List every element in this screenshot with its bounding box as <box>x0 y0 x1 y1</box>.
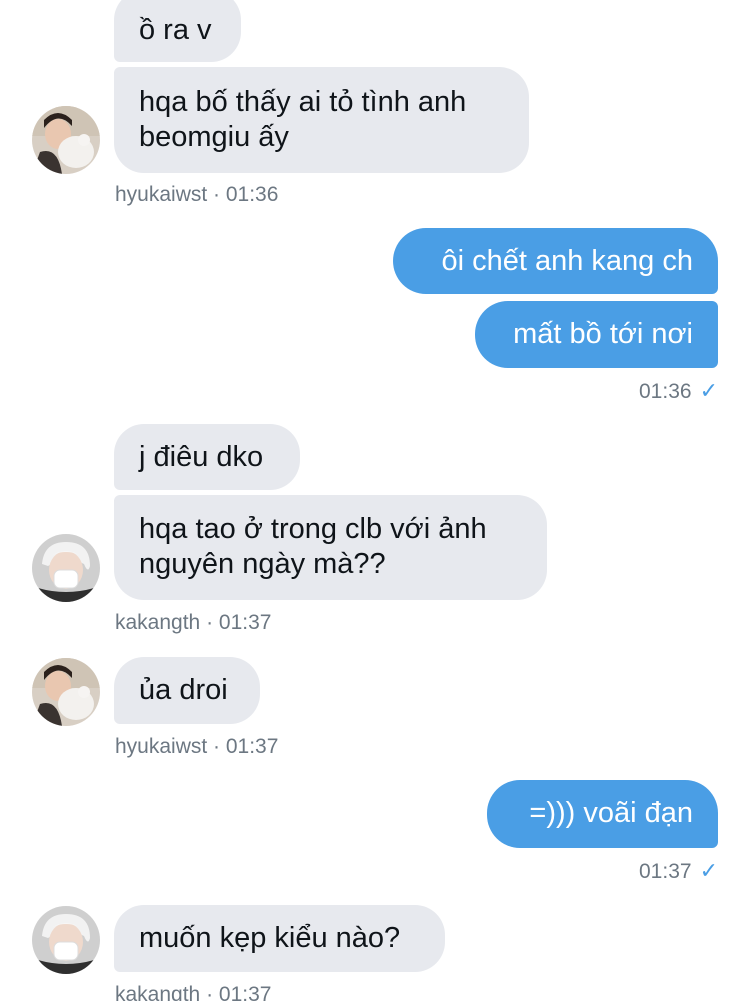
timestamp: 01:36 <box>639 380 692 403</box>
message-bubble-incoming[interactable]: ủa droi <box>114 657 260 724</box>
message-text: =))) voãi đạn <box>529 797 693 829</box>
checkmark-icon: ✓ <box>699 378 718 403</box>
message-text-line: beomgiu ấy <box>139 121 289 153</box>
message-bubble-incoming[interactable]: muốn kẹp kiểu nào? <box>114 905 445 972</box>
message-bubble-incoming[interactable]: ồ ra v <box>114 0 241 62</box>
avatar-hyukaiwst[interactable] <box>32 106 100 174</box>
message-meta: hyukaiwst · 01:37 <box>115 735 279 758</box>
avatar-kakangth[interactable] <box>32 534 100 602</box>
dm-conversation: ồ ra v hqa bố thấy ai tỏ tình anh beomgi… <box>0 0 750 1001</box>
message-meta: 01:37 ✓ <box>639 859 718 884</box>
message-meta: 01:36 ✓ <box>639 379 718 404</box>
message-meta: kakangth · 01:37 <box>115 611 272 634</box>
message-text-line: nguyên ngày mà?? <box>139 548 386 580</box>
message-bubble-outgoing[interactable]: ôi chết anh kang ch <box>393 228 718 294</box>
message-text: muốn kẹp kiểu nào? <box>139 922 401 954</box>
message-text: ủa droi <box>139 674 228 706</box>
message-text: ôi chết anh kang ch <box>441 245 693 277</box>
avatar-hyukaiwst[interactable] <box>32 658 100 726</box>
message-text-line: hqa tao ở trong clb với ảnh <box>139 513 487 545</box>
avatar-image <box>32 106 100 174</box>
message-bubble-outgoing[interactable]: mất bồ tới nơi <box>475 301 718 368</box>
message-text-line: hqa bố thấy ai tỏ tình anh <box>139 86 467 118</box>
message-text: mất bồ tới nơi <box>513 318 693 350</box>
checkmark-icon: ✓ <box>699 858 718 883</box>
avatar-image <box>32 658 100 726</box>
timestamp: 01:37 <box>639 860 692 883</box>
message-meta: kakangth · 01:37 <box>115 983 272 1001</box>
message-bubble-outgoing[interactable]: =))) voãi đạn <box>487 780 718 848</box>
avatar-image <box>32 906 100 974</box>
avatar-kakangth[interactable] <box>32 906 100 974</box>
message-bubble-incoming[interactable]: hqa bố thấy ai tỏ tình anh beomgiu ấy <box>114 67 529 173</box>
message-text: j điêu dko <box>139 441 264 473</box>
message-bubble-incoming[interactable]: j điêu dko <box>114 424 300 490</box>
message-text: ồ ra v <box>139 14 212 46</box>
message-bubble-incoming[interactable]: hqa tao ở trong clb với ảnh nguyên ngày … <box>114 495 547 600</box>
message-meta: hyukaiwst · 01:36 <box>115 183 279 206</box>
avatar-image <box>32 534 100 602</box>
